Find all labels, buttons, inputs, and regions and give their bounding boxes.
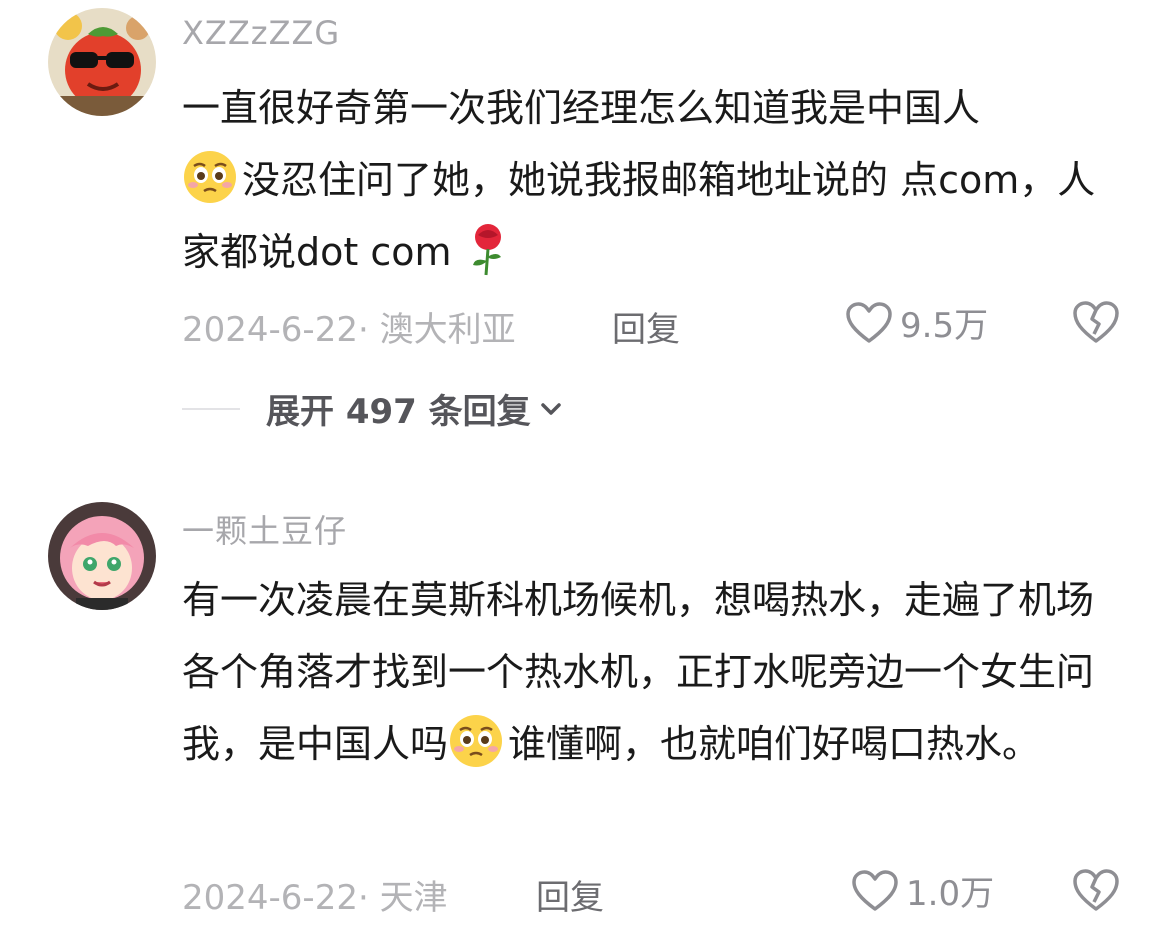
comment-username[interactable]: XZZzZZG bbox=[182, 14, 340, 52]
like-button[interactable]: 9.5万 bbox=[846, 298, 988, 347]
pleading-face-emoji-icon bbox=[182, 149, 238, 205]
rose-emoji-icon bbox=[464, 221, 520, 277]
comment-text-part: 一直很好奇第一次我们经理怎么知道我是中国人 bbox=[182, 86, 981, 130]
comment-date: 2024-6-22 bbox=[182, 878, 358, 918]
user-avatar[interactable] bbox=[48, 8, 156, 116]
meta-separator: · bbox=[357, 310, 380, 350]
comment-location: 天津 bbox=[379, 878, 448, 918]
expand-replies-label: 展开 497 条回复 bbox=[266, 392, 531, 432]
pink-hair-anime-girl-avatar-icon bbox=[48, 502, 156, 610]
like-count: 1.0万 bbox=[906, 874, 995, 914]
expand-replies-button[interactable]: 展开 497 条回复 bbox=[182, 384, 563, 433]
dislike-button[interactable] bbox=[1072, 868, 1120, 916]
divider bbox=[182, 407, 240, 410]
chevron-down-icon bbox=[540, 402, 561, 415]
pleading-face-emoji-icon bbox=[448, 713, 504, 769]
broken-heart-icon bbox=[1073, 869, 1119, 911]
comment-username[interactable]: 一颗土豆仔 bbox=[182, 506, 347, 552]
comment-text: 有一次凌晨在莫斯科机场候机，想喝热水，走遍了机场各个角落才找到一个热水机，正打水… bbox=[182, 564, 1122, 780]
meta-separator: · bbox=[357, 878, 380, 918]
comment-text-part: 谁懂啊，也就咱们好喝口热水。 bbox=[508, 722, 1041, 766]
comment-meta: 2024-6-22· 澳大利亚 bbox=[182, 302, 516, 351]
tomato-sunglasses-avatar-icon bbox=[48, 8, 156, 116]
comment-meta: 2024-6-22· 天津 bbox=[182, 870, 448, 919]
comment-text: 一直很好奇第一次我们经理怎么知道我是中国人 没忍住问了她，她说我报邮箱地址说的 … bbox=[182, 72, 1122, 288]
like-button[interactable]: 1.0万 bbox=[852, 866, 994, 915]
dislike-button[interactable] bbox=[1072, 300, 1120, 348]
like-count: 9.5万 bbox=[900, 306, 989, 346]
broken-heart-icon bbox=[1073, 301, 1119, 343]
reply-button[interactable]: 回复 bbox=[612, 302, 680, 351]
user-avatar[interactable] bbox=[48, 502, 156, 610]
comment-location: 澳大利亚 bbox=[379, 310, 516, 350]
heart-icon bbox=[846, 301, 892, 343]
comment-date: 2024-6-22 bbox=[182, 310, 358, 350]
comment-text-part: 没忍住问了她，她说我报邮箱地址说的 点com，人家都说dot com bbox=[182, 158, 1096, 274]
heart-icon bbox=[852, 869, 898, 911]
reply-button[interactable]: 回复 bbox=[536, 870, 604, 919]
